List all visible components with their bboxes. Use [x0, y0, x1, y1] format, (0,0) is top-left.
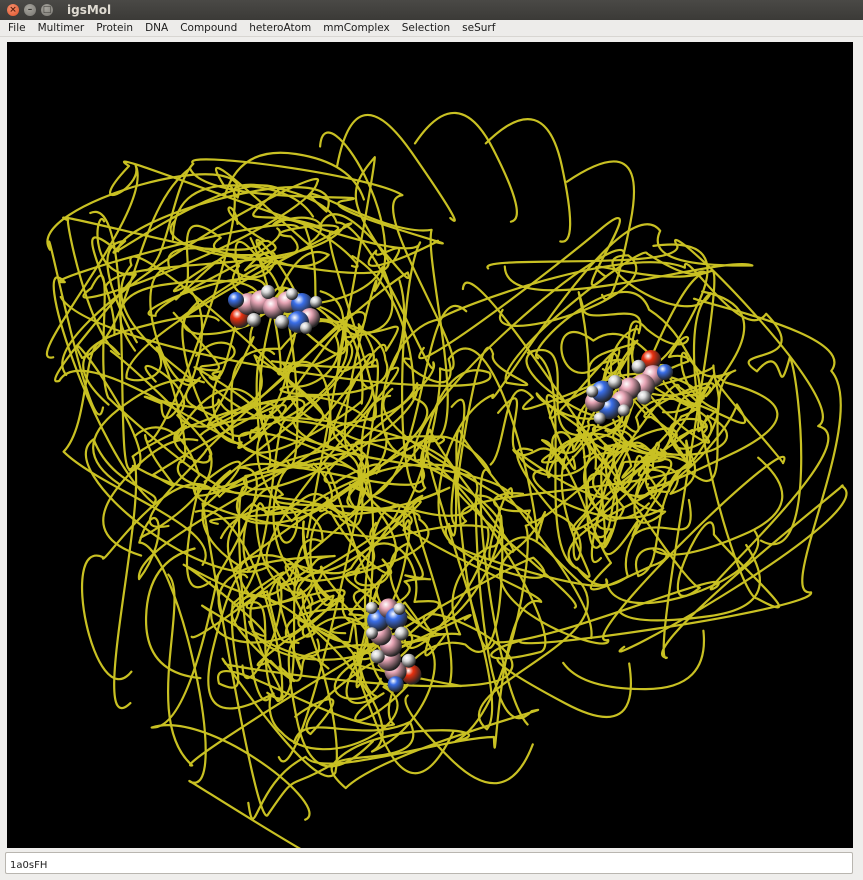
maximize-icon[interactable]: □	[41, 4, 53, 16]
atom-sphere	[365, 601, 378, 614]
atom-sphere	[310, 296, 322, 308]
atom-sphere	[370, 649, 385, 664]
menu-selection[interactable]: Selection	[396, 20, 456, 36]
atom-sphere	[393, 602, 406, 615]
ribbon-strand	[268, 410, 540, 790]
protein-ribbon-trace	[45, 111, 848, 848]
menu-sesurf[interactable]: seSurf	[456, 20, 501, 36]
ribbon-strand	[336, 113, 456, 222]
atom-sphere	[631, 359, 646, 374]
atom-sphere	[286, 288, 298, 300]
atom-sphere	[247, 313, 261, 327]
molecule-viewport[interactable]	[7, 42, 853, 848]
command-input[interactable]	[6, 855, 852, 876]
atom-sphere	[365, 627, 378, 640]
atom-sphere	[401, 653, 416, 668]
title-bar: × – □ igsMol	[0, 0, 863, 20]
atom-sphere	[300, 322, 312, 334]
window-title: igsMol	[67, 3, 112, 17]
atom-sphere	[657, 364, 673, 381]
atom-sphere	[228, 292, 244, 308]
menu-heteroatom[interactable]: heteroAtom	[243, 20, 317, 36]
menu-multimer[interactable]: Multimer	[32, 20, 91, 36]
command-bar[interactable]	[5, 852, 853, 876]
atom-sphere	[261, 285, 275, 299]
atom-sphere	[608, 375, 622, 389]
ribbon-strand	[52, 223, 406, 573]
atom-sphere	[586, 385, 599, 398]
menu-protein[interactable]: Protein	[90, 20, 139, 36]
menu-dna[interactable]: DNA	[139, 20, 174, 36]
ribbon-strand	[484, 118, 572, 243]
atom-sphere	[593, 412, 606, 425]
atom-sphere	[394, 626, 409, 641]
minimize-icon[interactable]: –	[24, 4, 36, 16]
menu-bar: File Multimer Protein DNA Compound heter…	[0, 20, 863, 37]
atom-sphere	[617, 404, 630, 417]
atom-sphere	[637, 390, 652, 405]
menu-mmcomplex[interactable]: mmComplex	[317, 20, 396, 36]
ribbon-strand	[113, 397, 515, 709]
atom-sphere	[387, 676, 404, 693]
molecule-render[interactable]	[7, 42, 853, 848]
atom-sphere	[275, 315, 289, 329]
menu-compound[interactable]: Compound	[174, 20, 243, 36]
close-icon[interactable]: ×	[7, 4, 19, 16]
menu-file[interactable]: File	[0, 20, 32, 36]
